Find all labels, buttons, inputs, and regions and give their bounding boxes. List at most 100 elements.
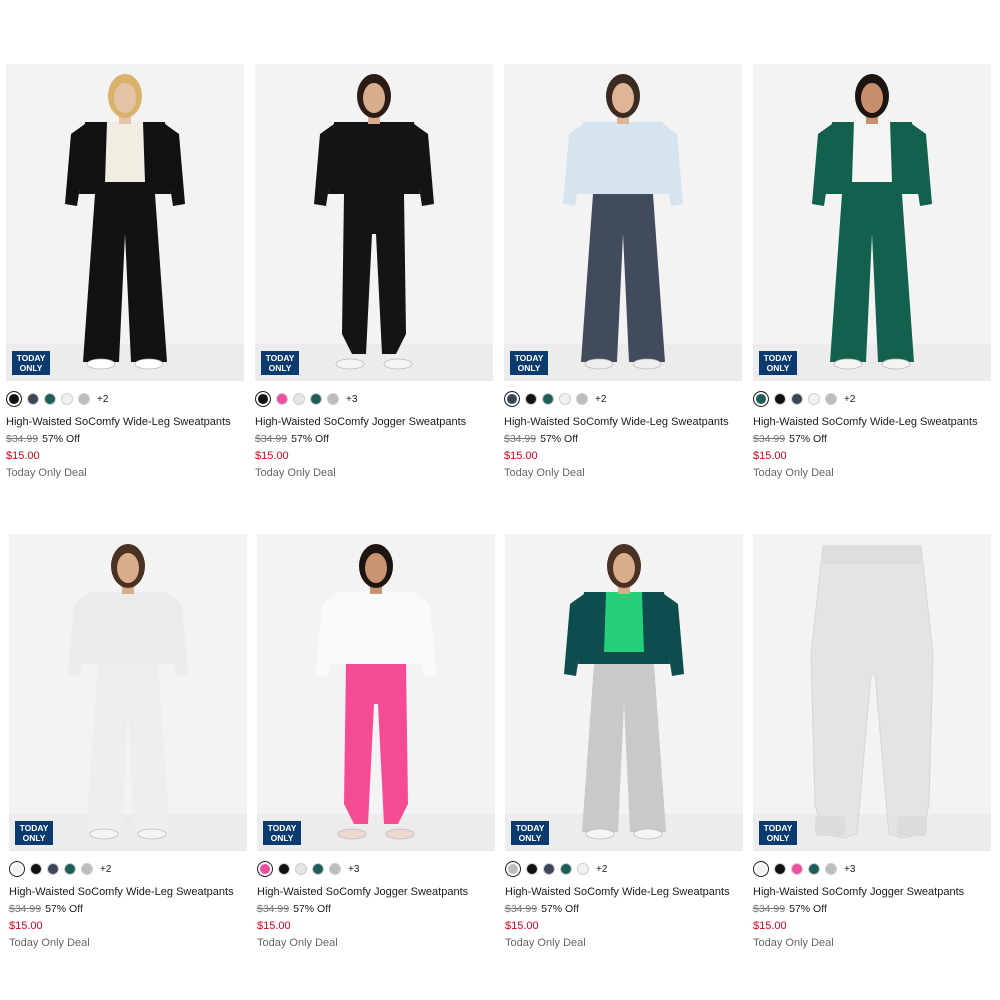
product-card[interactable]: TODAY ONLY +2 High-Waisted SoComfy Wide-Leg…	[9, 534, 247, 950]
color-swatch[interactable]	[526, 863, 538, 875]
deal-label: Today Only Deal	[257, 937, 338, 949]
color-swatches: +3	[257, 861, 495, 877]
price-row: $34.99 57% Off	[255, 432, 493, 446]
product-figure	[753, 545, 991, 851]
color-swatch[interactable]	[753, 391, 769, 407]
color-swatch[interactable]	[47, 863, 59, 875]
color-swatch[interactable]	[44, 393, 56, 405]
price-row: $34.99 57% Off	[505, 902, 743, 916]
more-colors-link[interactable]: +2	[595, 394, 606, 405]
discount-label: 57% Off	[789, 433, 827, 445]
color-swatches: +3	[753, 861, 991, 877]
product-figure	[6, 74, 244, 381]
discount-label: 57% Off	[45, 903, 83, 915]
color-swatch[interactable]	[310, 393, 322, 405]
product-image[interactable]: TODAY ONLY	[753, 64, 991, 381]
product-image[interactable]: TODAY ONLY	[9, 534, 247, 851]
color-swatch[interactable]	[808, 393, 820, 405]
color-swatch[interactable]	[560, 863, 572, 875]
today-only-badge: TODAY ONLY	[511, 821, 549, 845]
color-swatch[interactable]	[64, 863, 76, 875]
color-swatch[interactable]	[753, 861, 769, 877]
color-swatches: +3	[255, 391, 493, 407]
product-figure	[9, 544, 247, 851]
more-colors-link[interactable]: +3	[348, 864, 359, 875]
price-row: $34.99 57% Off	[9, 902, 247, 916]
price-row: $34.99 57% Off	[504, 432, 742, 446]
product-card[interactable]: TODAY ONLY +2 High-Waisted SoComfy Wide-Leg…	[753, 64, 991, 480]
color-swatch[interactable]	[791, 393, 803, 405]
product-name[interactable]: High-Waisted SoComfy Wide-Leg Sweatpants	[6, 415, 244, 429]
color-swatch[interactable]	[577, 863, 589, 875]
product-name[interactable]: High-Waisted SoComfy Jogger Sweatpants	[255, 415, 493, 429]
color-swatch[interactable]	[30, 863, 42, 875]
color-swatch[interactable]	[312, 863, 324, 875]
color-swatch[interactable]	[329, 863, 341, 875]
color-swatch[interactable]	[576, 393, 588, 405]
product-image[interactable]: TODAY ONLY	[505, 534, 743, 851]
product-figure	[504, 74, 742, 381]
color-swatch[interactable]	[255, 391, 271, 407]
product-card[interactable]: TODAY ONLY +3 High-Waisted SoComfy Jogger S…	[753, 534, 991, 950]
sale-price: $15.00	[257, 920, 291, 932]
product-card[interactable]: TODAY ONLY +2 High-Waisted SoComfy Wide-Leg…	[504, 64, 742, 480]
color-swatch[interactable]	[293, 393, 305, 405]
color-swatch[interactable]	[9, 861, 25, 877]
today-only-badge: TODAY ONLY	[261, 351, 299, 375]
color-swatch[interactable]	[61, 393, 73, 405]
color-swatch[interactable]	[542, 393, 554, 405]
color-swatch[interactable]	[559, 393, 571, 405]
color-swatch[interactable]	[27, 393, 39, 405]
more-colors-link[interactable]: +2	[596, 864, 607, 875]
color-swatch[interactable]	[808, 863, 820, 875]
product-image[interactable]: TODAY ONLY	[255, 64, 493, 381]
color-swatch[interactable]	[81, 863, 93, 875]
product-card[interactable]: TODAY ONLY +2 High-Waisted SoComfy Wide-Leg…	[505, 534, 743, 950]
color-swatches: +2	[9, 861, 247, 877]
color-swatch[interactable]	[295, 863, 307, 875]
badge-text: ONLY	[270, 833, 294, 843]
product-image[interactable]: TODAY ONLY	[753, 534, 991, 851]
deal-label: Today Only Deal	[753, 937, 834, 949]
color-swatch[interactable]	[825, 393, 837, 405]
product-card[interactable]: TODAY ONLY +3 High-Waisted SoComfy Jogger S…	[255, 64, 493, 480]
original-price: $34.99	[753, 433, 786, 445]
color-swatch[interactable]	[327, 393, 339, 405]
color-swatch[interactable]	[505, 861, 521, 877]
color-swatch[interactable]	[525, 393, 537, 405]
product-image[interactable]: TODAY ONLY	[504, 64, 742, 381]
product-figure	[257, 544, 495, 851]
more-colors-link[interactable]: +2	[844, 394, 855, 405]
color-swatch[interactable]	[6, 391, 22, 407]
product-card[interactable]: TODAY ONLY +2 High-Waisted SoComfy Wide-Leg…	[6, 64, 244, 480]
color-swatch[interactable]	[774, 393, 786, 405]
original-price: $34.99	[255, 433, 288, 445]
color-swatch[interactable]	[78, 393, 90, 405]
product-name[interactable]: High-Waisted SoComfy Jogger Sweatpants	[753, 885, 991, 899]
product-card[interactable]: TODAY ONLY +3 High-Waisted SoComfy Jogger S…	[257, 534, 495, 950]
color-swatch[interactable]	[543, 863, 555, 875]
color-swatch[interactable]	[276, 393, 288, 405]
color-swatch[interactable]	[504, 391, 520, 407]
more-colors-link[interactable]: +3	[844, 864, 855, 875]
color-swatch[interactable]	[774, 863, 786, 875]
product-name[interactable]: High-Waisted SoComfy Wide-Leg Sweatpants	[9, 885, 247, 899]
color-swatch[interactable]	[825, 863, 837, 875]
discount-label: 57% Off	[540, 433, 578, 445]
more-colors-link[interactable]: +3	[346, 394, 357, 405]
deal-label: Today Only Deal	[255, 467, 336, 479]
product-name[interactable]: High-Waisted SoComfy Wide-Leg Sweatpants	[505, 885, 743, 899]
badge-text: ONLY	[766, 833, 790, 843]
product-name[interactable]: High-Waisted SoComfy Wide-Leg Sweatpants	[753, 415, 991, 429]
color-swatch[interactable]	[257, 861, 273, 877]
more-colors-link[interactable]: +2	[100, 864, 111, 875]
more-colors-link[interactable]: +2	[97, 394, 108, 405]
color-swatch[interactable]	[278, 863, 290, 875]
product-image[interactable]: TODAY ONLY	[6, 64, 244, 381]
product-name[interactable]: High-Waisted SoComfy Jogger Sweatpants	[257, 885, 495, 899]
product-image[interactable]: TODAY ONLY	[257, 534, 495, 851]
today-only-badge: TODAY ONLY	[759, 351, 797, 375]
badge-text: ONLY	[518, 833, 542, 843]
product-name[interactable]: High-Waisted SoComfy Wide-Leg Sweatpants	[504, 415, 742, 429]
color-swatch[interactable]	[791, 863, 803, 875]
